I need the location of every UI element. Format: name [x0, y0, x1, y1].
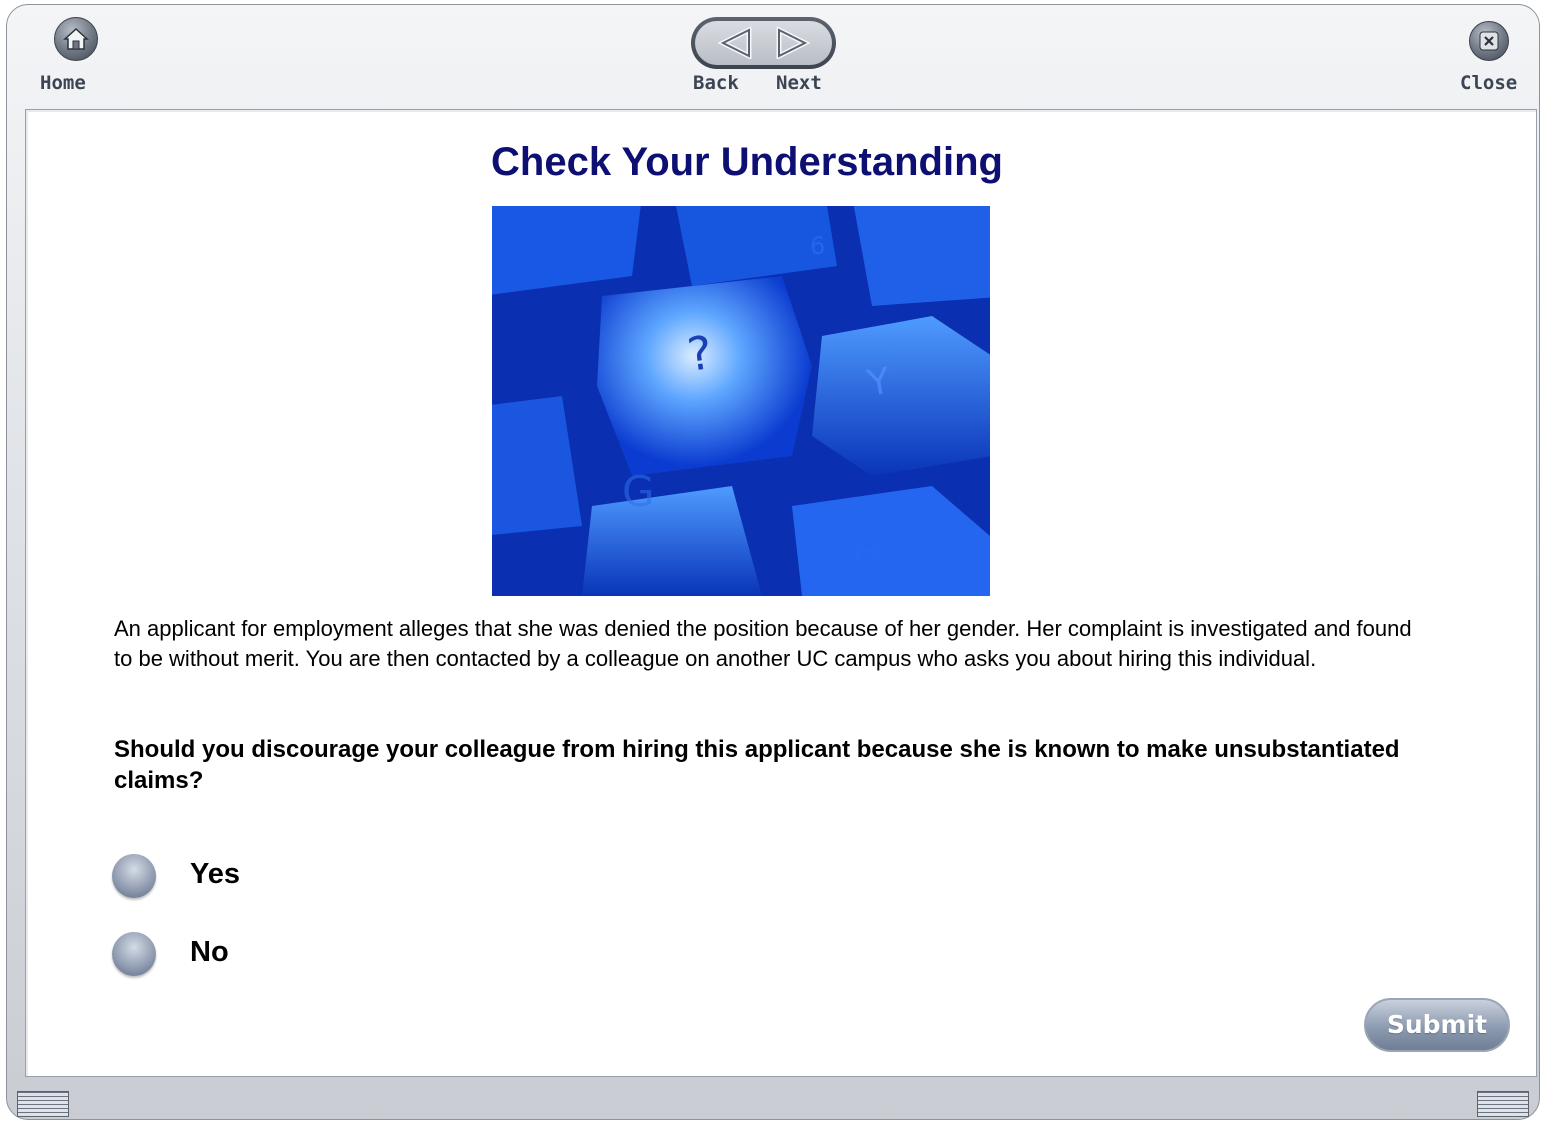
- keyboard-illustration: ? Y G H 6: [492, 206, 990, 596]
- right-grip-icon[interactable]: [1477, 1091, 1529, 1117]
- radio-yes[interactable]: [112, 854, 156, 898]
- next-arrow-icon[interactable]: [773, 27, 813, 59]
- page-title: Check Your Understanding: [491, 140, 1003, 184]
- back-next-control: [691, 17, 836, 69]
- key-h-glyph: H: [852, 531, 881, 575]
- back-arrow-icon[interactable]: [715, 27, 755, 59]
- content-panel: Check Your Understanding ? Y G H 6 An ap…: [25, 109, 1537, 1077]
- key-6-glyph: 6: [810, 232, 825, 260]
- home-label[interactable]: Home: [40, 72, 86, 94]
- submit-button[interactable]: Submit: [1364, 998, 1510, 1052]
- option-yes-label[interactable]: Yes: [190, 858, 240, 891]
- home-icon: [63, 27, 89, 50]
- keyboard-question-image: ? Y G H 6: [492, 206, 990, 596]
- bottom-toolbar: [7, 1081, 1539, 1121]
- scenario-text: An applicant for employment alleges that…: [114, 616, 1412, 671]
- back-label[interactable]: Back: [693, 72, 739, 94]
- top-toolbar: Home Back Next Close: [7, 5, 1539, 105]
- question-text: Should you discourage your colleague fro…: [114, 736, 1400, 794]
- app-window: Home Back Next Close Check Your Understa…: [6, 4, 1540, 1120]
- close-label[interactable]: Close: [1460, 72, 1517, 94]
- option-no-label[interactable]: No: [190, 936, 229, 969]
- close-icon: [1479, 31, 1499, 51]
- key-g-glyph: G: [622, 467, 655, 516]
- option-yes[interactable]: Yes: [112, 854, 512, 900]
- close-button[interactable]: [1469, 21, 1509, 61]
- next-label[interactable]: Next: [776, 72, 822, 94]
- home-button[interactable]: [54, 17, 98, 61]
- radio-no[interactable]: [112, 932, 156, 976]
- left-grip-icon[interactable]: [17, 1091, 69, 1117]
- option-no[interactable]: No: [112, 932, 512, 978]
